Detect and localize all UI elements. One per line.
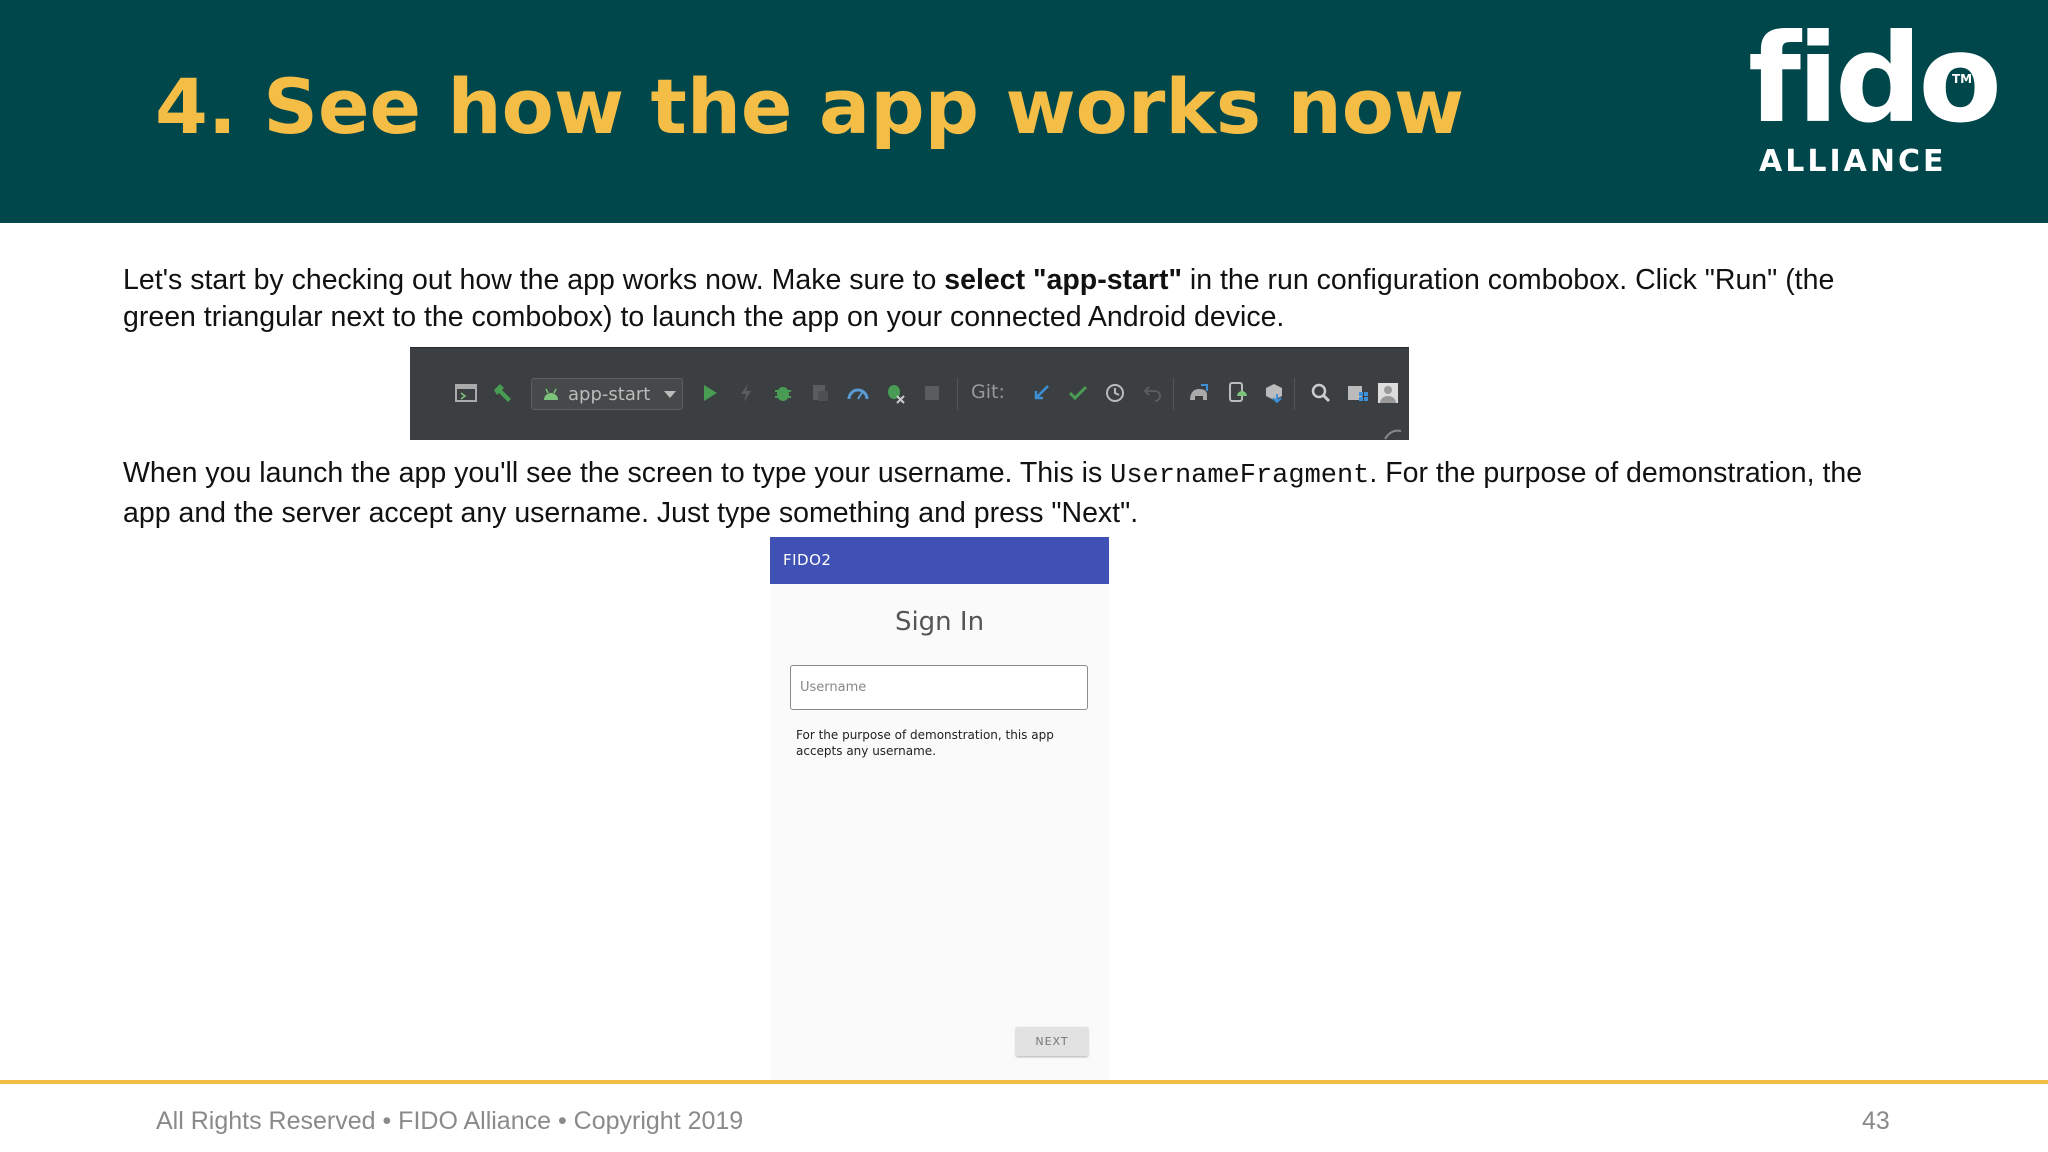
slide-header: 4. See how the app works now fido TM ALL… [0,0,2048,223]
next-button[interactable]: NEXT [1016,1027,1088,1056]
sdk-manager-icon[interactable] [1262,381,1286,405]
username-placeholder: Username [800,680,867,695]
git-label: Git: [971,381,1005,403]
git-update-icon[interactable] [1029,381,1053,405]
toolbar-separator [957,378,958,410]
para2-code: UsernameFragment [1110,461,1370,491]
sign-in-heading: Sign In [894,607,985,637]
username-hint: For the purpose of demonstration, this a… [796,728,1054,758]
coverage-icon[interactable] [808,381,832,405]
slide-title: 4. See how the app works now [155,62,1465,151]
para1-bold: select "app-start" [944,264,1182,296]
user-avatar-icon[interactable] [1376,381,1400,405]
logo-subtitle: ALLIANCE [1759,144,1947,179]
app-bar: FIDO2 [770,537,1109,584]
run-configuration-label: app-start [568,384,651,405]
run-icon[interactable] [698,381,722,405]
avd-manager-icon[interactable] [1225,381,1249,405]
instruction-paragraph-2: When you launch the app you'll see the s… [123,455,1913,532]
run-configuration-combobox[interactable]: app-start [531,378,683,410]
window-icon[interactable] [454,381,478,405]
git-rollback-icon[interactable] [1141,381,1165,405]
fido-alliance-logo: fido TM ALLIANCE [1740,18,2002,190]
username-input[interactable]: Username [790,665,1088,710]
attach-debugger-icon[interactable] [883,381,907,405]
toolbar-separator [1294,378,1295,410]
sync-gradle-icon[interactable] [1187,381,1211,405]
para2-text-before: When you launch the app you'll see the s… [123,457,1111,489]
footer-copyright: All Rights Reserved • FIDO Alliance • Co… [156,1107,744,1135]
logo-trademark: TM [1952,72,1973,86]
git-commit-icon[interactable] [1066,381,1090,405]
resize-grip-icon [1383,426,1403,445]
stop-icon[interactable] [920,381,944,405]
footer-divider [0,1080,2048,1084]
debug-icon[interactable] [771,381,795,405]
build-hammer-icon[interactable] [490,381,514,405]
git-history-icon[interactable] [1103,381,1127,405]
android-icon [542,386,560,402]
phone-screenshot: FIDO2 Sign In Username For the purpose o… [770,537,1109,1080]
toolbar-separator [1173,378,1174,410]
ide-toolbar: app-start Git: [410,347,1409,440]
app-bar-title: FIDO2 [783,551,832,569]
instruction-paragraph-1: Let's start by checking out how the app … [123,262,1913,336]
project-structure-icon[interactable] [1346,381,1370,405]
apply-changes-icon[interactable] [734,381,758,405]
chevron-down-icon [664,391,676,398]
page-number: 43 [1862,1107,1890,1135]
search-icon[interactable] [1309,381,1333,405]
profile-icon[interactable] [846,381,870,405]
para1-text-before: Let's start by checking out how the app … [123,264,945,296]
